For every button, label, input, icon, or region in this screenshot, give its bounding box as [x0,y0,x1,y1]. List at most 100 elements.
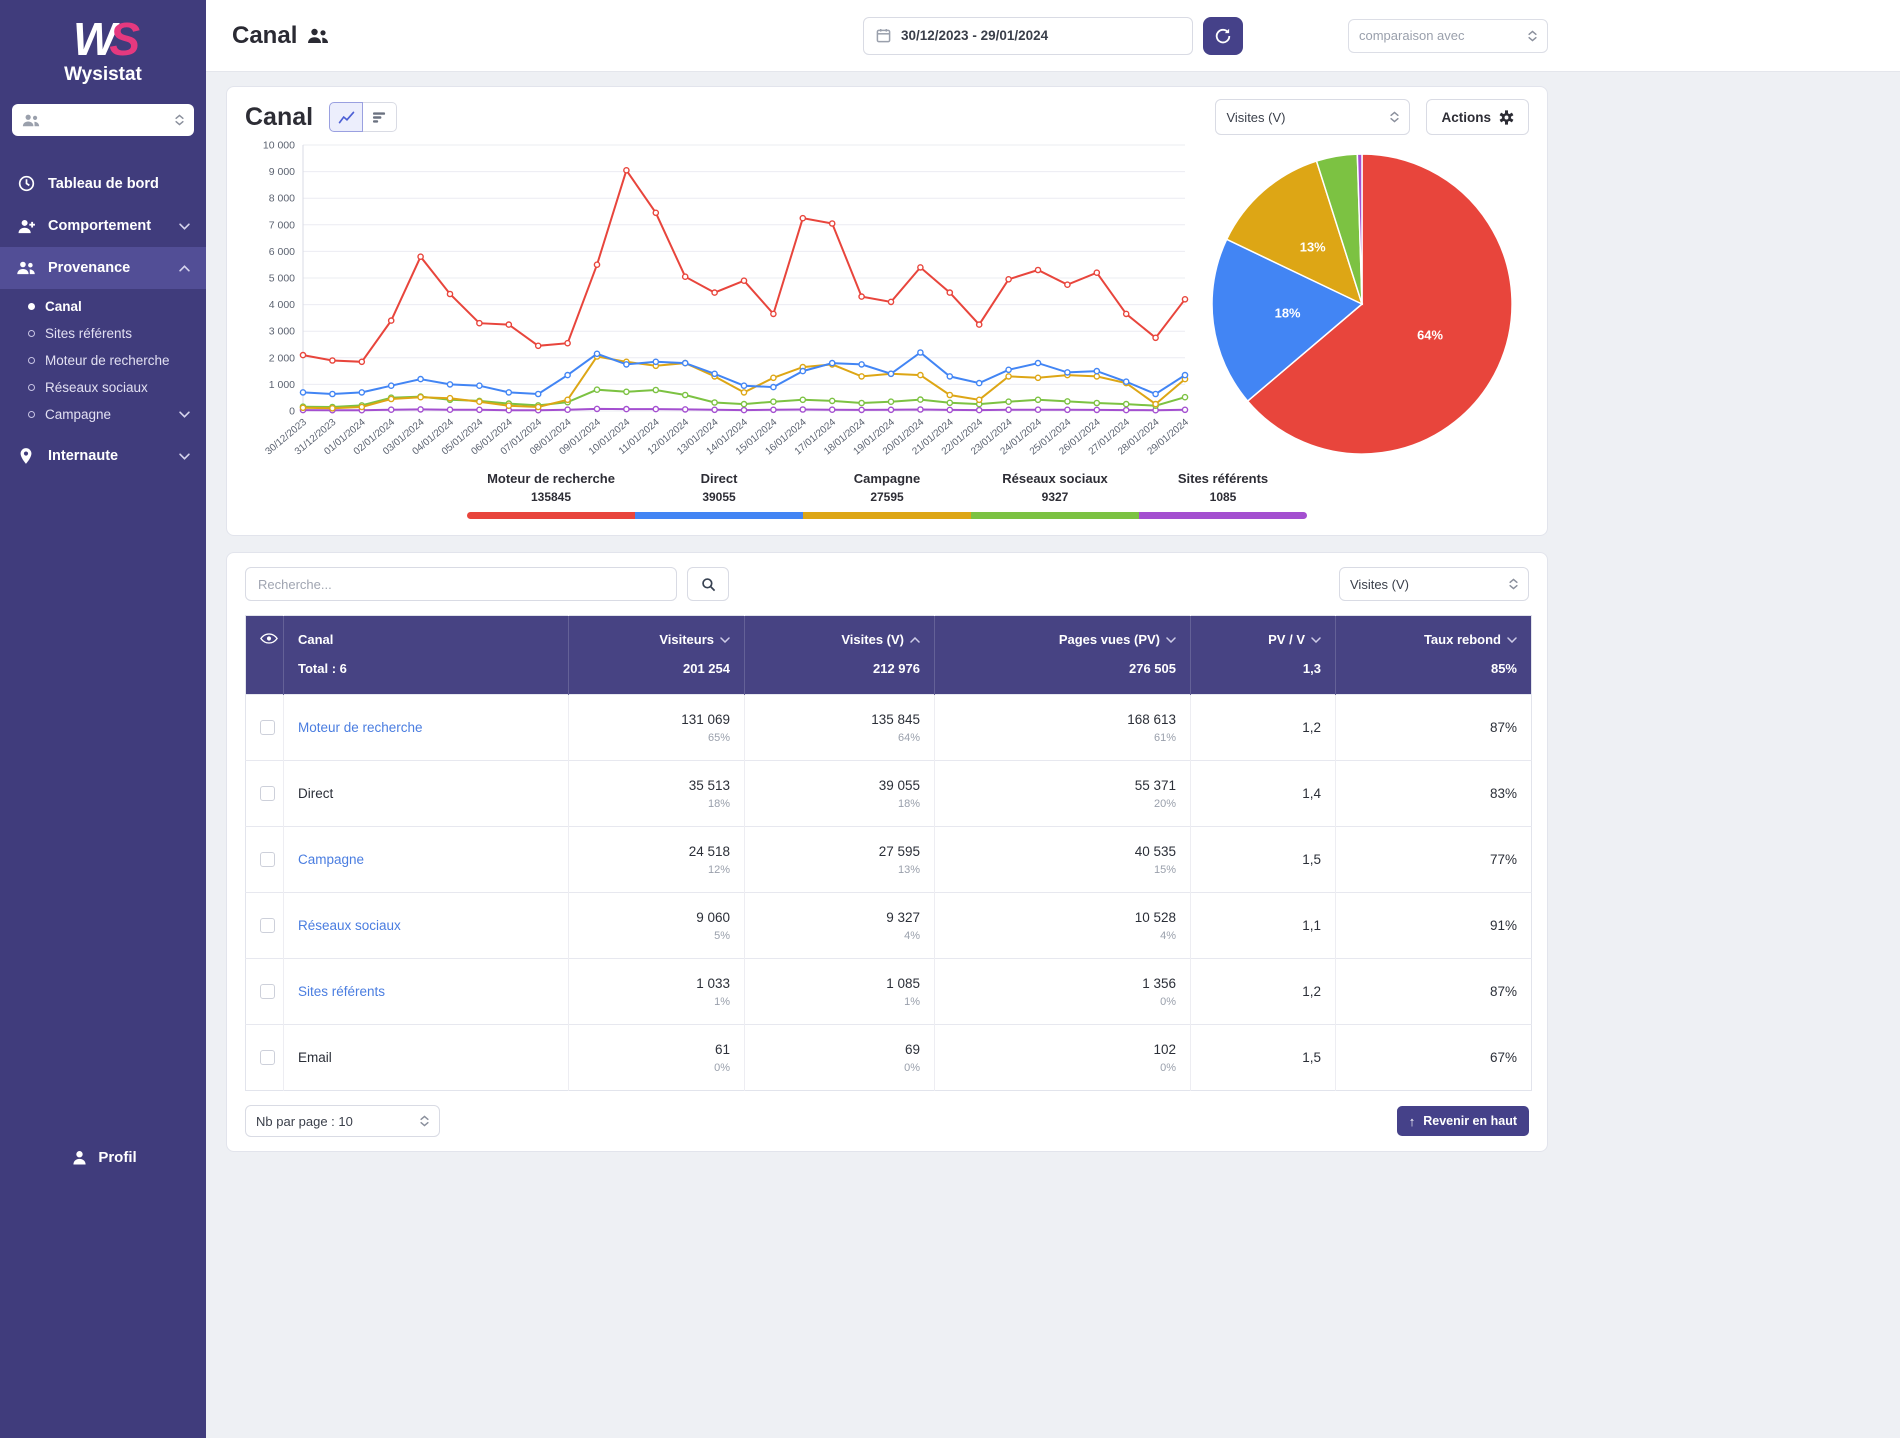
chart-title: Canal [245,103,313,132]
sidebar-subitem-reseaux-sociaux[interactable]: Réseaux sociaux [0,374,206,401]
row-checkbox[interactable] [260,720,275,735]
sidebar-subitem-campagne[interactable]: Campagne [0,401,206,428]
svg-text:5 000: 5 000 [269,273,295,285]
comparison-placeholder: comparaison avec [1359,28,1465,43]
svg-text:8 000: 8 000 [269,193,295,205]
back-to-top-button[interactable]: ↑ Revenir en haut [1397,1106,1529,1136]
people-icon [307,23,329,51]
bullet-icon [28,303,35,310]
cell-taux-rebond: 67% [1336,1025,1532,1091]
legend-item-moteur-de-recherche[interactable]: Moteur de recherche135845 [467,471,635,504]
sidebar-item-tableau-de-bord[interactable]: Tableau de bord [0,162,206,205]
gear-icon [1499,110,1514,125]
column-header-pages-vues[interactable]: Pages vues (PV) [935,616,1191,652]
refresh-button[interactable] [1203,17,1243,55]
cell-visites: 39 05518% [745,761,935,827]
cell-visiteurs: 131 06965% [569,695,745,761]
search-button[interactable] [687,567,729,601]
legend-segment-sites-referents [1139,512,1307,519]
legend-item-reseaux-sociaux[interactable]: Réseaux sociaux9327 [971,471,1139,504]
calendar-icon [876,28,891,43]
channel-name[interactable]: Campagne [298,852,364,867]
comparison-select[interactable]: comparaison avec [1348,19,1548,53]
user-plus-icon [16,219,36,234]
table-metric-select[interactable]: Visites (V) [1339,567,1529,601]
sidebar-item-comportement[interactable]: Comportement [0,205,206,247]
eye-icon [260,633,278,644]
sidebar-subitem-canal[interactable]: Canal [0,293,206,320]
row-checkbox[interactable] [260,1050,275,1065]
location-pin-icon [16,447,36,465]
column-header-taux-rebond[interactable]: Taux rebond [1336,616,1532,652]
actions-button[interactable]: Actions [1426,99,1529,135]
line-chart-toggle[interactable] [329,102,363,132]
line-chart-icon [338,111,355,124]
sidebar-item-internaute[interactable]: Internaute [0,434,206,478]
channel-name[interactable]: Sites référents [298,984,385,999]
app: WS Wysistat Tableau de bord Co [0,0,1900,1438]
cell-pages-vues: 40 53515% [935,827,1191,893]
column-header-visites[interactable]: Visites (V) [745,616,935,652]
row-checkbox[interactable] [260,786,275,801]
row-checkbox[interactable] [260,852,275,867]
svg-text:7 000: 7 000 [269,219,295,231]
sort-down-icon [720,631,730,646]
sidebar-item-provenance[interactable]: Provenance [0,247,206,289]
channel-name: Direct [298,786,333,801]
legend-item-campagne[interactable]: Campagne27595 [803,471,971,504]
legend-item-direct[interactable]: Direct39055 [635,471,803,504]
cell-visiteurs: 24 51812% [569,827,745,893]
per-page-value: Nb par page : 10 [256,1114,353,1129]
date-range-picker[interactable]: 30/12/2023 - 29/01/2024 [863,17,1193,55]
svg-text:10 000: 10 000 [263,140,295,152]
sidebar-subitem-moteur-de-recherche[interactable]: Moteur de recherche [0,347,206,374]
legend-color-bar [467,512,1307,519]
select-arrows-icon [1390,111,1399,123]
chart-metric-value: Visites (V) [1226,110,1285,125]
bullet-icon [28,384,35,391]
chart-metric-select[interactable]: Visites (V) [1215,99,1410,135]
sidebar-item-profil[interactable]: Profil [0,1149,206,1166]
sidebar-search-select[interactable] [12,104,194,136]
table-row-sites-referents: Sites référents1 0331%1 0851%1 3560%1,28… [246,959,1532,1025]
svg-text:64%: 64% [1417,327,1443,342]
row-checkbox[interactable] [260,918,275,933]
sidebar-nav: Tableau de bord Comportement Provenance [0,162,206,478]
svg-text:18%: 18% [1275,306,1301,321]
total-visiteurs: 201 254 [569,651,745,695]
cell-taux-rebond: 83% [1336,761,1532,827]
sidebar-subitem-label: Campagne [45,407,111,422]
table-row-email: Email610%690%1020%1,567% [246,1025,1532,1091]
column-header-pv-v[interactable]: PV / V [1191,616,1336,652]
row-checkbox[interactable] [260,984,275,999]
sort-down-icon [1166,631,1176,646]
cell-pv-v: 1,5 [1191,1025,1336,1091]
sort-down-icon [1311,631,1321,646]
svg-text:4 000: 4 000 [269,299,295,311]
per-page-select[interactable]: Nb par page : 10 [245,1105,440,1137]
column-header-visiteurs[interactable]: Visiteurs [569,616,745,652]
sidebar-item-label: Provenance [48,260,130,276]
sidebar-subitem-sites-referents[interactable]: Sites référents [0,320,206,347]
legend-item-sites-referents[interactable]: Sites référents1085 [1139,471,1307,504]
total-visites: 212 976 [745,651,935,695]
column-header-canal: Canal [284,616,569,652]
total-label: Total : 6 [284,651,569,695]
actions-label: Actions [1441,110,1491,125]
search-input[interactable] [245,567,677,601]
cell-visiteurs: 610% [569,1025,745,1091]
bar-chart-toggle[interactable] [363,102,397,132]
table-card: Visites (V) [226,552,1548,1152]
table-metric-value: Visites (V) [1350,577,1409,592]
visibility-column-header[interactable] [246,616,284,652]
channel-name[interactable]: Réseaux sociaux [298,918,401,933]
sidebar-item-label: Internaute [48,448,118,464]
total-pages-vues: 276 505 [935,651,1191,695]
legend-segment-campagne [803,512,971,519]
channel-name[interactable]: Moteur de recherche [298,720,423,735]
cell-visiteurs: 1 0331% [569,959,745,1025]
profil-label: Profil [98,1149,136,1166]
cell-visites: 9 3274% [745,893,935,959]
wysistat-logo[interactable]: WS Wysistat [0,0,206,90]
line-chart: 01 0002 0003 0004 0005 0006 0007 0008 00… [245,139,1195,469]
